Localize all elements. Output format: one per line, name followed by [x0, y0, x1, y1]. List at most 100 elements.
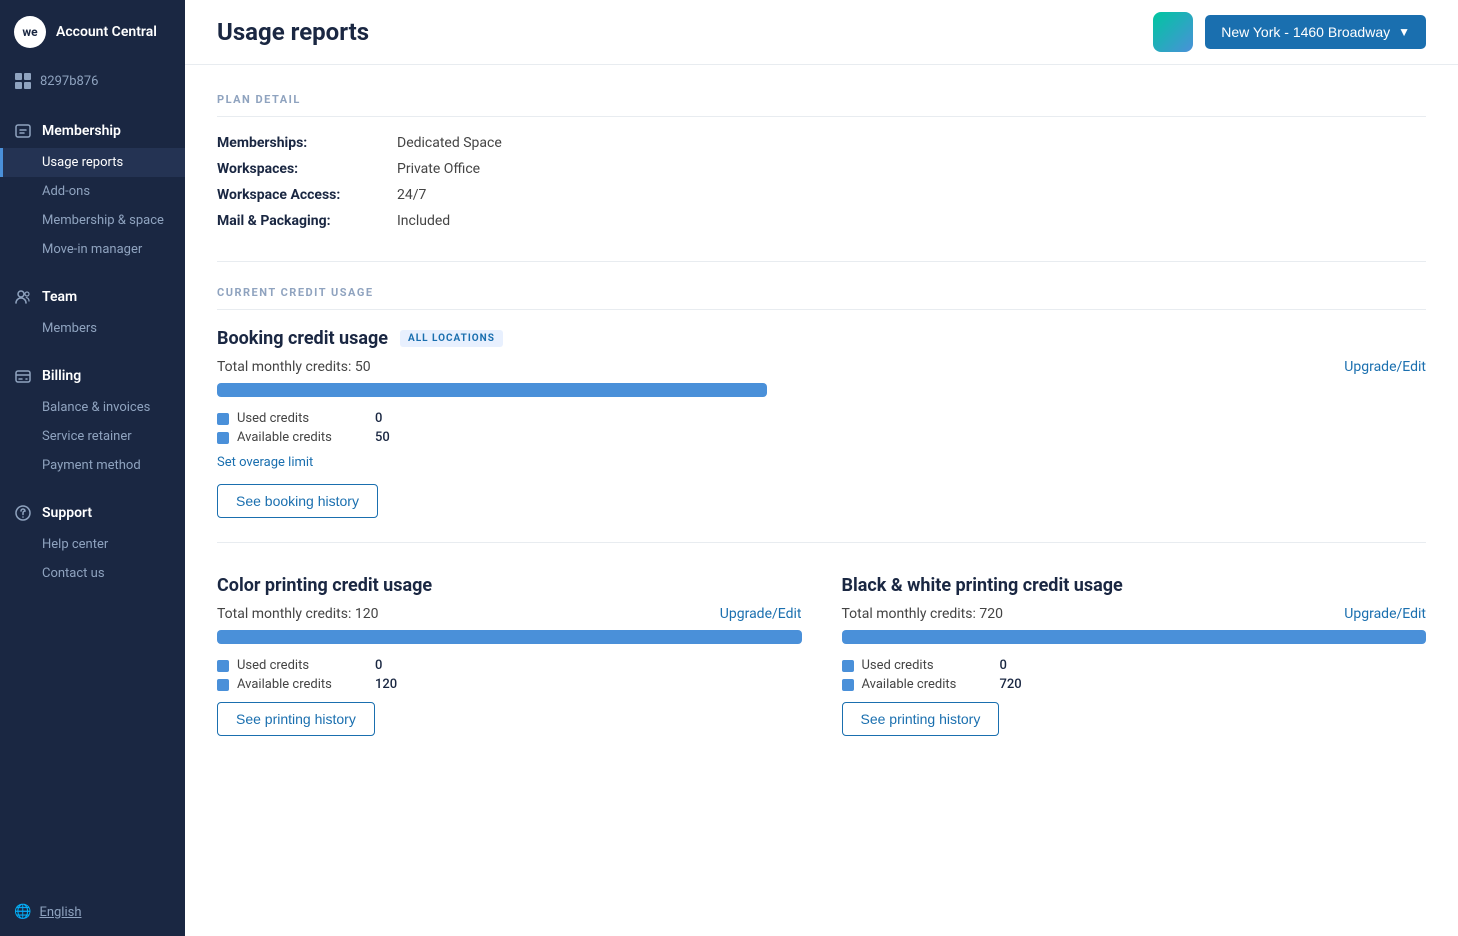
color-available-value: 120 [375, 677, 397, 692]
color-available-label: Available credits [237, 677, 367, 692]
plan-detail-section: PLAN DETAIL Memberships: Dedicated Space… [217, 93, 1426, 229]
bw-available-row: Available credits 720 [842, 677, 1427, 692]
bw-available-dot [842, 679, 854, 691]
language-link[interactable]: English [39, 905, 81, 920]
booking-credit-legend: Used credits 0 Available credits 50 [217, 411, 1426, 445]
grid-icon [14, 72, 32, 90]
plan-key-memberships: Memberships: [217, 135, 397, 151]
plan-row-mail-packaging: Mail & Packaging: Included [217, 213, 1426, 229]
we-logo: we [14, 16, 46, 48]
support-icon [14, 504, 32, 522]
sidebar-item-move-in-manager[interactable]: Move-in manager [0, 235, 185, 264]
bw-print-bar [842, 630, 1427, 644]
location-button[interactable]: New York - 1460 Broadway ▼ [1205, 15, 1426, 49]
used-label: Used credits [237, 411, 367, 426]
app-icon [1153, 12, 1193, 52]
page-title: Usage reports [217, 18, 369, 46]
bw-used-dot [842, 660, 854, 672]
sidebar-footer: 🌐 English [0, 888, 185, 936]
credit-usage-label: CURRENT CREDIT USAGE [217, 286, 1426, 310]
booking-available-row: Available credits 50 [217, 430, 1426, 445]
booking-credit-block: Booking credit usage ALL LOCATIONS Total… [217, 328, 1426, 518]
booking-credit-bar [217, 383, 767, 397]
main-content: Usage reports New York - 1460 Broadway ▼… [185, 0, 1458, 936]
sidebar-team-header[interactable]: Team [0, 280, 185, 314]
plan-value-workspace-access: 24/7 [397, 187, 426, 203]
color-used-value: 0 [375, 658, 382, 673]
see-bw-printing-history-button[interactable]: See printing history [842, 702, 1000, 736]
account-id-row: 8297b876 [0, 64, 185, 106]
see-color-printing-history-button[interactable]: See printing history [217, 702, 375, 736]
support-label: Support [42, 505, 92, 521]
content-area: PLAN DETAIL Memberships: Dedicated Space… [185, 65, 1458, 936]
sidebar-section-billing: Billing Balance & invoices Service retai… [0, 351, 185, 488]
color-used-dot [217, 660, 229, 672]
plan-row-workspace-access: Workspace Access: 24/7 [217, 187, 1426, 203]
sidebar-section-membership: Membership Usage reports Add-ons Members… [0, 106, 185, 272]
bw-used-label: Used credits [862, 658, 992, 673]
team-icon [14, 288, 32, 306]
sidebar-membership-header[interactable]: Membership [0, 114, 185, 148]
sidebar-section-support: Support Help center Contact us [0, 488, 185, 596]
plan-value-memberships: Dedicated Space [397, 135, 502, 151]
membership-label: Membership [42, 123, 121, 139]
account-central-label: Account Central [56, 24, 157, 40]
sidebar-item-payment-method[interactable]: Payment method [0, 451, 185, 480]
account-id-value: 8297b876 [40, 74, 98, 89]
color-print-bar [217, 630, 802, 644]
used-value: 0 [375, 411, 382, 426]
booking-upgrade-link[interactable]: Upgrade/Edit [1344, 359, 1426, 375]
color-used-label: Used credits [237, 658, 367, 673]
color-print-total: Total monthly credits: 120 [217, 606, 378, 622]
print-credits-grid: Color printing credit usage Total monthl… [217, 575, 1426, 736]
divider-plan-credit [217, 261, 1426, 262]
sidebar-item-service-retainer[interactable]: Service retainer [0, 422, 185, 451]
color-print-meta: Total monthly credits: 120 Upgrade/Edit [217, 606, 802, 622]
plan-detail-label: PLAN DETAIL [217, 93, 1426, 117]
used-dot [217, 413, 229, 425]
location-label: New York - 1460 Broadway [1221, 24, 1390, 40]
plan-key-workspaces: Workspaces: [217, 161, 397, 177]
bw-print-legend: Used credits 0 Available credits 720 [842, 658, 1427, 692]
booking-credit-title: Booking credit usage ALL LOCATIONS [217, 328, 1426, 349]
sidebar-item-add-ons[interactable]: Add-ons [0, 177, 185, 206]
color-available-dot [217, 679, 229, 691]
team-label: Team [42, 289, 77, 305]
globe-icon: 🌐 [14, 904, 31, 920]
plan-row-workspaces: Workspaces: Private Office [217, 161, 1426, 177]
membership-icon [14, 122, 32, 140]
sidebar-support-header[interactable]: Support [0, 496, 185, 530]
bw-used-value: 0 [1000, 658, 1007, 673]
booking-used-row: Used credits 0 [217, 411, 1426, 426]
color-print-legend: Used credits 0 Available credits 120 [217, 658, 802, 692]
see-booking-history-button[interactable]: See booking history [217, 484, 378, 518]
available-value: 50 [375, 430, 390, 445]
available-dot [217, 432, 229, 444]
sidebar-section-team: Team Members [0, 272, 185, 351]
plan-key-workspace-access: Workspace Access: [217, 187, 397, 203]
bw-used-row: Used credits 0 [842, 658, 1427, 673]
sidebar-item-members[interactable]: Members [0, 314, 185, 343]
chevron-down-icon: ▼ [1398, 25, 1410, 39]
color-used-row: Used credits 0 [217, 658, 802, 673]
credit-usage-section: CURRENT CREDIT USAGE Booking credit usag… [217, 286, 1426, 736]
sidebar-billing-header[interactable]: Billing [0, 359, 185, 393]
bw-print-block: Black & white printing credit usage Tota… [842, 575, 1427, 736]
plan-detail-grid: Memberships: Dedicated Space Workspaces:… [217, 135, 1426, 229]
color-print-upgrade-link[interactable]: Upgrade/Edit [720, 606, 802, 622]
plan-value-mail-packaging: Included [397, 213, 450, 229]
available-label: Available credits [237, 430, 367, 445]
color-print-block: Color printing credit usage Total monthl… [217, 575, 802, 736]
sidebar-item-contact-us[interactable]: Contact us [0, 559, 185, 588]
overage-limit-link[interactable]: Set overage limit [217, 455, 1426, 470]
sidebar-item-balance-invoices[interactable]: Balance & invoices [0, 393, 185, 422]
top-bar: Usage reports New York - 1460 Broadway ▼ [185, 0, 1458, 65]
bw-print-title: Black & white printing credit usage [842, 575, 1427, 596]
sidebar-item-help-center[interactable]: Help center [0, 530, 185, 559]
sidebar: we Account Central 8297b876 Membership U… [0, 0, 185, 936]
all-locations-badge: ALL LOCATIONS [400, 330, 503, 347]
sidebar-item-usage-reports[interactable]: Usage reports [0, 148, 185, 177]
sidebar-item-membership-space[interactable]: Membership & space [0, 206, 185, 235]
bw-print-upgrade-link[interactable]: Upgrade/Edit [1344, 606, 1426, 622]
color-available-row: Available credits 120 [217, 677, 802, 692]
